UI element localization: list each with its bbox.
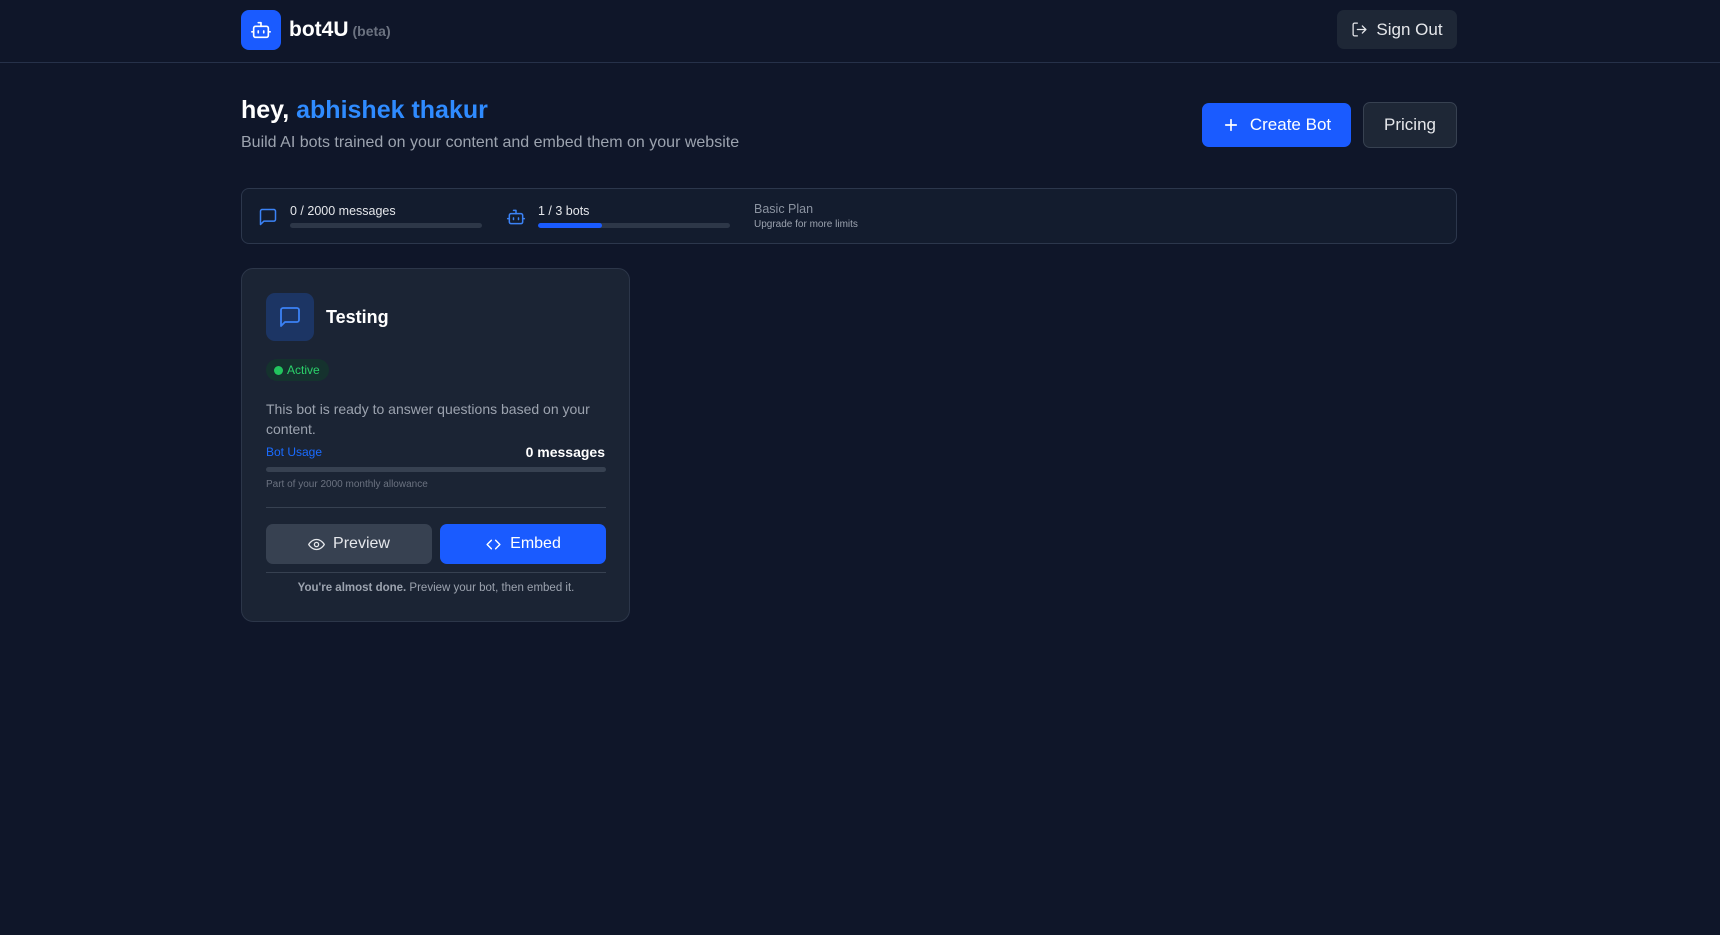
bot-card: Testing Active This bot is ready to answ… [241, 268, 630, 622]
usage-panel: 0 / 2000 messages 1 / 3 bots Basic Plan … [241, 188, 1457, 244]
chat-bubble-icon [259, 208, 277, 226]
plan-name: Basic Plan [754, 202, 814, 216]
bot-name: Testing [326, 307, 389, 327]
embed-label: Embed [510, 535, 561, 552]
brand-title: bot4U [289, 18, 349, 41]
create-bot-label: Create Bot [1249, 115, 1332, 134]
sign-out-icon [1352, 22, 1367, 37]
messages-usage-label: 0 / 2000 messages [290, 204, 396, 218]
pricing-label: Pricing [1384, 115, 1436, 134]
greeting-heading: hey, abhishek thakur [241, 96, 488, 125]
bot-usage-progress-bar [266, 467, 606, 472]
user-name: abhishek thakur [296, 96, 488, 124]
bot-description: This bot is ready to answer questions ba… [266, 401, 590, 437]
bot-usage-count: 0 messages [525, 444, 605, 460]
preview-button[interactable]: Preview [266, 524, 432, 564]
bots-usage-label: 1 / 3 bots [538, 204, 590, 218]
bots-progress-fill [538, 223, 602, 228]
create-bot-button[interactable]: Create Bot [1202, 103, 1351, 147]
bot-avatar [266, 293, 314, 341]
code-icon [486, 539, 501, 549]
onboarding-hint-bold: You're almost done. [297, 582, 407, 594]
bots-progress-bar [538, 223, 730, 228]
embed-button[interactable]: Embed [440, 524, 606, 564]
divider [266, 572, 606, 573]
bot-usage-note: Part of your 2000 monthly allowance [266, 479, 428, 490]
robot-icon [251, 21, 271, 39]
logo[interactable] [241, 10, 281, 50]
chat-bubble-icon [280, 307, 300, 327]
status-dot-icon [274, 365, 283, 375]
messages-progress-bar [290, 223, 482, 228]
page-subtitle: Build AI bots trained on your content an… [241, 134, 740, 151]
eye-icon [308, 538, 325, 550]
beta-label: (beta) [352, 23, 391, 39]
sign-out-label: Sign Out [1376, 19, 1443, 39]
divider [266, 507, 606, 508]
robot-icon [506, 209, 526, 225]
greeting-prefix: hey, [241, 96, 290, 124]
plus-icon [1224, 118, 1237, 132]
sign-out-button[interactable]: Sign Out [1337, 10, 1457, 49]
bot-usage-label: Bot Usage [266, 445, 323, 459]
preview-label: Preview [333, 535, 390, 552]
onboarding-hint-text: Preview your bot, then embed it. [406, 582, 575, 594]
onboarding-hint: You're almost done. Preview your bot, th… [266, 582, 606, 594]
pricing-button[interactable]: Pricing [1363, 102, 1457, 148]
top-bar: bot4U (beta) Sign Out [0, 0, 1720, 63]
status-label: Active [287, 363, 320, 377]
upgrade-hint[interactable]: Upgrade for more limits [754, 219, 858, 230]
brand-name[interactable]: bot4U (beta) [289, 18, 391, 42]
status-badge: Active [266, 359, 329, 381]
